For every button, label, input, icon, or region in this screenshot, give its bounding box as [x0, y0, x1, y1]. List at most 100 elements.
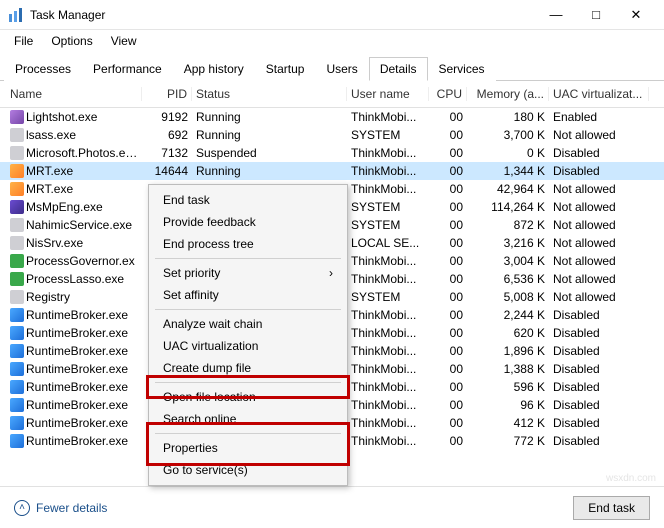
menu-options[interactable]: Options: [43, 32, 100, 50]
maximize-button[interactable]: □: [576, 1, 616, 29]
process-icon: [10, 146, 24, 160]
tab-services[interactable]: Services: [428, 57, 496, 81]
watermark: wsxdn.com: [606, 473, 656, 484]
tab-app-history[interactable]: App history: [173, 57, 255, 81]
ctx-uac-virt[interactable]: UAC virtualization: [149, 335, 347, 357]
process-name: RuntimeBroker.exe: [26, 380, 128, 394]
ctx-go-services[interactable]: Go to service(s): [149, 459, 347, 481]
cell-uac: Not allowed: [549, 272, 649, 286]
cell-memory: 1,896 K: [467, 344, 549, 358]
ctx-end-tree[interactable]: End process tree: [149, 233, 347, 255]
col-name[interactable]: Name: [6, 87, 142, 101]
cell-pid: 14644: [142, 164, 192, 178]
col-user[interactable]: User name: [347, 87, 429, 101]
cell-memory: 42,964 K: [467, 182, 549, 196]
col-uac[interactable]: UAC virtualizat...: [549, 87, 649, 101]
ctx-end-task[interactable]: End task: [149, 189, 347, 211]
footer: ˄ Fewer details End task: [0, 486, 664, 528]
cell-cpu: 00: [429, 416, 467, 430]
cell-uac: Disabled: [549, 164, 649, 178]
close-button[interactable]: ✕: [616, 1, 656, 29]
ctx-open-location[interactable]: Open file location: [149, 386, 347, 408]
chevron-right-icon: ›: [329, 266, 333, 280]
ctx-set-priority[interactable]: Set priority ›: [149, 262, 347, 284]
tab-users[interactable]: Users: [315, 57, 368, 81]
process-icon: [10, 380, 24, 394]
tab-performance[interactable]: Performance: [82, 57, 173, 81]
minimize-button[interactable]: —: [536, 1, 576, 29]
cell-uac: Disabled: [549, 398, 649, 412]
cell-cpu: 00: [429, 326, 467, 340]
ctx-properties[interactable]: Properties: [149, 437, 347, 459]
ctx-set-priority-label: Set priority: [163, 266, 220, 280]
col-status[interactable]: Status: [192, 87, 347, 101]
menu-view[interactable]: View: [103, 32, 145, 50]
cell-user: ThinkMobi...: [347, 164, 429, 178]
cell-uac: Not allowed: [549, 200, 649, 214]
tab-processes[interactable]: Processes: [4, 57, 82, 81]
ctx-feedback[interactable]: Provide feedback: [149, 211, 347, 233]
tab-startup[interactable]: Startup: [255, 57, 316, 81]
process-name: RuntimeBroker.exe: [26, 434, 128, 448]
cell-cpu: 00: [429, 182, 467, 196]
cell-cpu: 00: [429, 434, 467, 448]
cell-status: Running: [192, 110, 347, 124]
cell-cpu: 00: [429, 200, 467, 214]
table-row[interactable]: lsass.exe692RunningSYSTEM003,700 KNot al…: [0, 126, 664, 144]
title-bar: Task Manager — □ ✕: [0, 0, 664, 30]
cell-user: ThinkMobi...: [347, 398, 429, 412]
ctx-dump[interactable]: Create dump file: [149, 357, 347, 379]
cell-memory: 772 K: [467, 434, 549, 448]
column-headers: Name PID Status User name CPU Memory (a.…: [0, 81, 664, 108]
table-row[interactable]: Lightshot.exe9192RunningThinkMobi...0018…: [0, 108, 664, 126]
cell-memory: 1,388 K: [467, 362, 549, 376]
cell-memory: 6,536 K: [467, 272, 549, 286]
process-icon: [10, 182, 24, 196]
table-row[interactable]: MRT.exe14644RunningThinkMobi...001,344 K…: [0, 162, 664, 180]
cell-uac: Not allowed: [549, 290, 649, 304]
cell-memory: 596 K: [467, 380, 549, 394]
cell-memory: 872 K: [467, 218, 549, 232]
col-memory[interactable]: Memory (a...: [467, 87, 549, 101]
cell-uac: Disabled: [549, 344, 649, 358]
cell-memory: 5,008 K: [467, 290, 549, 304]
cell-memory: 412 K: [467, 416, 549, 430]
process-icon: [10, 326, 24, 340]
cell-cpu: 00: [429, 146, 467, 160]
cell-uac: Disabled: [549, 416, 649, 430]
process-icon: [10, 434, 24, 448]
ctx-analyze[interactable]: Analyze wait chain: [149, 313, 347, 335]
fewer-details-button[interactable]: ˄ Fewer details: [14, 500, 107, 516]
cell-uac: Not allowed: [549, 236, 649, 250]
menu-file[interactable]: File: [6, 32, 41, 50]
col-pid[interactable]: PID: [142, 87, 192, 101]
cell-user: SYSTEM: [347, 218, 429, 232]
cell-user: LOCAL SE...: [347, 236, 429, 250]
process-name: MRT.exe: [26, 164, 73, 178]
cell-uac: Disabled: [549, 326, 649, 340]
cell-memory: 2,244 K: [467, 308, 549, 322]
table-row[interactable]: Microsoft.Photos.exe7132SuspendedThinkMo…: [0, 144, 664, 162]
tab-details[interactable]: Details: [369, 57, 428, 81]
tab-strip: Processes Performance App history Startu…: [0, 56, 664, 81]
cell-pid: 692: [142, 128, 192, 142]
process-name: MRT.exe: [26, 182, 73, 196]
cell-user: ThinkMobi...: [347, 146, 429, 160]
process-name: ProcessLasso.exe: [26, 272, 124, 286]
ctx-set-affinity[interactable]: Set affinity: [149, 284, 347, 306]
process-icon: [10, 254, 24, 268]
cell-uac: Disabled: [549, 146, 649, 160]
process-name: NisSrv.exe: [26, 236, 83, 250]
cell-cpu: 00: [429, 344, 467, 358]
ctx-search-online[interactable]: Search online: [149, 408, 347, 430]
end-task-button[interactable]: End task: [573, 496, 650, 520]
cell-status: Running: [192, 128, 347, 142]
cell-cpu: 00: [429, 128, 467, 142]
cell-cpu: 00: [429, 398, 467, 412]
process-name: Registry: [26, 290, 70, 304]
process-name: RuntimeBroker.exe: [26, 326, 128, 340]
process-name: Microsoft.Photos.exe: [26, 146, 138, 160]
cell-cpu: 00: [429, 308, 467, 322]
col-cpu[interactable]: CPU: [429, 87, 467, 101]
cell-cpu: 00: [429, 164, 467, 178]
